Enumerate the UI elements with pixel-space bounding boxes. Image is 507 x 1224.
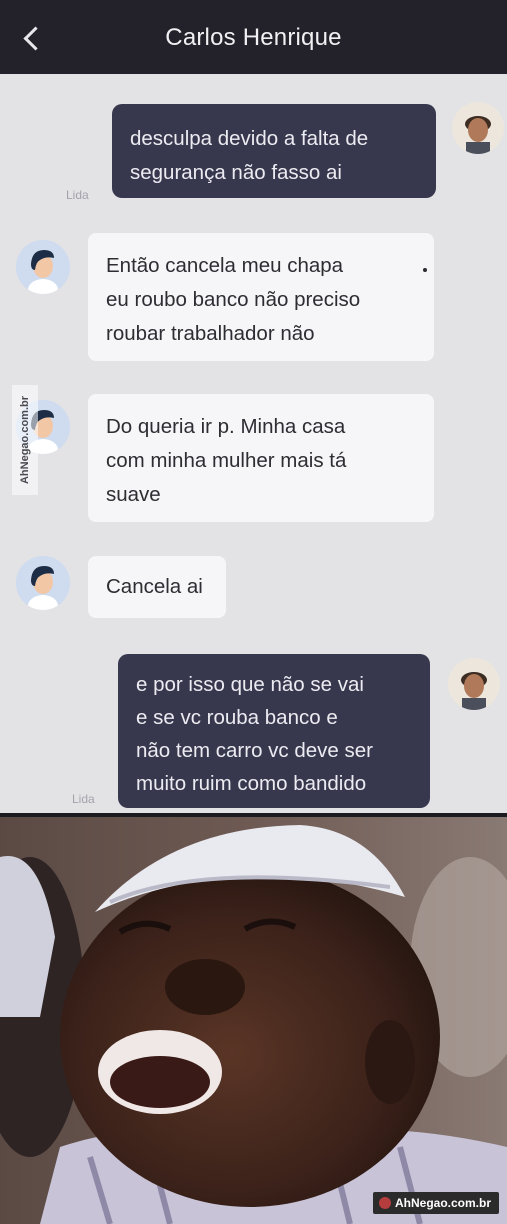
user-photo-avatar[interactable] (448, 658, 500, 710)
watermark-badge: AhNegao.com.br (372, 1192, 499, 1214)
message-line: Cancela ai (106, 575, 203, 598)
message-line: suave (106, 483, 161, 506)
reaction-photo: AhNegao.com.br (0, 817, 507, 1224)
message-incoming-2[interactable]: Do queria ir p. Minha casa com minha mul… (88, 394, 434, 522)
message-line: Então cancela meu chapa (106, 254, 344, 277)
message-line: Do queria ir p. Minha casa (106, 415, 346, 438)
chat-header: Carlos Henrique (0, 0, 507, 74)
message-line: eu roubo banco não preciso (106, 288, 361, 311)
watermark-logo-icon (378, 1197, 391, 1209)
message-line: roubar trabalhador não (106, 322, 315, 345)
message-line: não tem carro vc deve ser (136, 739, 373, 762)
person-avatar-icon[interactable] (16, 556, 70, 610)
user-photo-avatar[interactable] (452, 102, 504, 154)
side-watermark: AhNegao.com.br (12, 385, 38, 495)
message-line: segurança não fasso ai (130, 161, 342, 184)
message-line: com minha mulher mais tá (106, 449, 347, 472)
typing-dot (423, 268, 427, 272)
message-outgoing-2[interactable]: e por isso que não se vai e se vc rouba … (118, 654, 430, 808)
laughing-person-illustration (0, 817, 507, 1224)
read-status: Lida (66, 188, 89, 202)
message-outgoing-1[interactable]: desculpa devido a falta de segurança não… (112, 104, 436, 198)
watermark-text: AhNegao.com.br (394, 1196, 491, 1210)
message-line: e por isso que não se vai (136, 673, 364, 696)
contact-name: Carlos Henrique (165, 24, 342, 51)
message-incoming-3[interactable]: Cancela ai (88, 556, 226, 618)
chat-screen: Carlos Henrique desculpa devido a falta … (0, 0, 507, 813)
message-line: desculpa devido a falta de (130, 127, 369, 150)
message-incoming-1[interactable]: Então cancela meu chapa eu roubo banco n… (88, 233, 434, 361)
message-line: e se vc rouba banco e (136, 706, 338, 729)
person-avatar-icon[interactable] (16, 240, 70, 294)
message-line: muito ruim como bandido (136, 772, 367, 795)
read-status: Lida (72, 792, 95, 806)
watermark-text: AhNegao.com.br (19, 395, 31, 485)
